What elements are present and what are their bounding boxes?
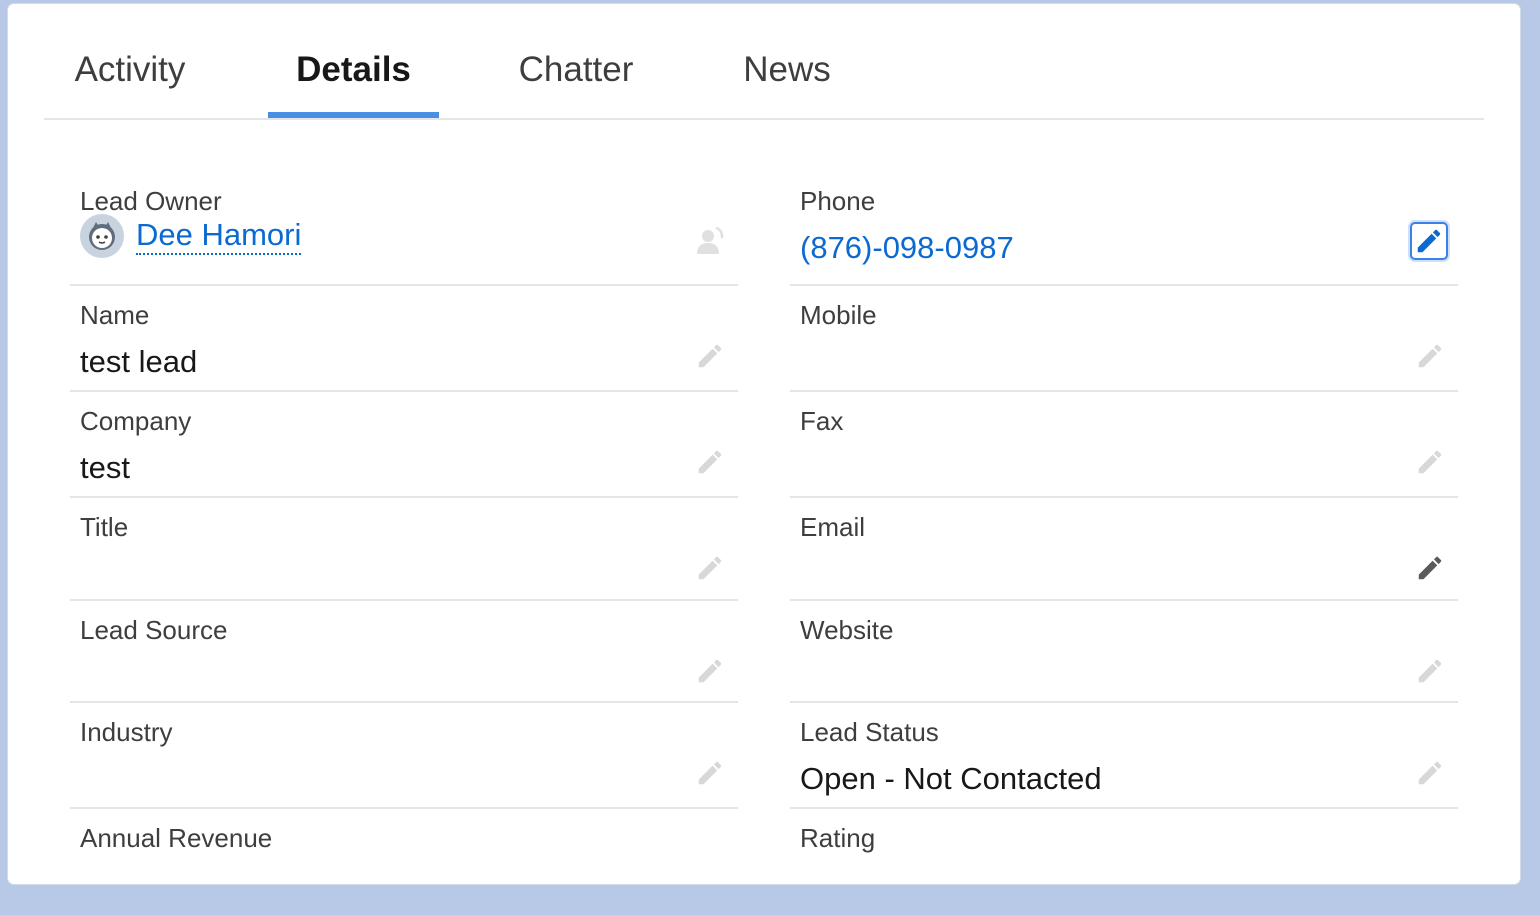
phone-link[interactable]: (876)-098-0987: [800, 230, 1014, 266]
pencil-icon: [698, 344, 722, 368]
field-mobile: Mobile: [790, 286, 1458, 392]
edit-industry-button[interactable]: [692, 755, 728, 791]
edit-company-button[interactable]: [692, 444, 728, 480]
pencil-icon: [698, 450, 722, 474]
field-label: Lead Owner: [80, 186, 222, 216]
field-label: Lead Status: [800, 717, 939, 747]
edit-mobile-button[interactable]: [1412, 338, 1448, 374]
field-label: Mobile: [800, 300, 877, 330]
edit-email-button[interactable]: [1412, 550, 1448, 586]
edit-website-button[interactable]: [1412, 653, 1448, 689]
field-company: Company test: [70, 392, 738, 498]
field-phone: Phone (876)-098-0987: [790, 172, 1458, 286]
field-label: Title: [80, 512, 129, 542]
field-rating: Rating: [790, 809, 1458, 915]
field-title: Title: [70, 498, 738, 601]
field-value: test lead: [80, 344, 198, 379]
edit-name-button[interactable]: [692, 338, 728, 374]
edit-phone-button[interactable]: [1410, 222, 1448, 260]
change-owner-icon[interactable]: [692, 224, 726, 258]
tab-details[interactable]: Details: [268, 50, 439, 118]
field-label: Annual Revenue: [80, 823, 273, 853]
field-label: Industry: [80, 717, 173, 747]
field-fax: Fax: [790, 392, 1458, 498]
field-lead-owner: Lead Owner Dee Hamori: [70, 172, 738, 286]
field-label: Email: [800, 512, 866, 542]
record-tabs: Activity Details Chatter News: [44, 4, 1484, 120]
field-label: Company: [80, 406, 192, 436]
field-label: Lead Source: [80, 615, 228, 645]
edit-fax-button[interactable]: [1412, 444, 1448, 480]
pencil-icon: [1418, 761, 1442, 785]
pencil-icon: [1418, 556, 1442, 580]
lead-owner-link[interactable]: Dee Hamori: [136, 217, 302, 255]
edit-lead-status-button[interactable]: [1412, 755, 1448, 791]
owner-row: Dee Hamori: [80, 214, 302, 258]
field-label: Phone: [800, 186, 876, 216]
field-label: Name: [80, 300, 150, 330]
field-email: Email: [790, 498, 1458, 601]
pencil-icon: [698, 556, 722, 580]
field-annual-revenue: Annual Revenue: [70, 809, 738, 915]
tab-chatter[interactable]: Chatter: [506, 50, 646, 118]
field-industry: Industry: [70, 703, 738, 809]
pencil-icon: [1417, 229, 1441, 253]
field-label: Rating: [800, 823, 876, 853]
pencil-icon: [1418, 344, 1442, 368]
field-label: Fax: [800, 406, 844, 436]
field-website: Website: [790, 601, 1458, 703]
field-lead-source: Lead Source: [70, 601, 738, 703]
edit-lead-source-button[interactable]: [692, 653, 728, 689]
field-value: test: [80, 450, 130, 485]
pencil-icon: [698, 761, 722, 785]
pencil-icon: [1418, 450, 1442, 474]
pencil-icon: [698, 659, 722, 683]
field-value: Open - Not Contacted: [800, 761, 1102, 796]
tab-news[interactable]: News: [734, 50, 840, 118]
field-lead-status: Lead Status Open - Not Contacted: [790, 703, 1458, 809]
edit-title-button[interactable]: [692, 550, 728, 586]
pencil-icon: [1418, 659, 1442, 683]
lead-details-card: Activity Details Chatter News Lead Owner…: [8, 4, 1520, 884]
avatar-icon: [80, 214, 124, 258]
tab-activity[interactable]: Activity: [44, 50, 216, 118]
field-name: Name test lead: [70, 286, 738, 392]
field-label: Website: [800, 615, 894, 645]
